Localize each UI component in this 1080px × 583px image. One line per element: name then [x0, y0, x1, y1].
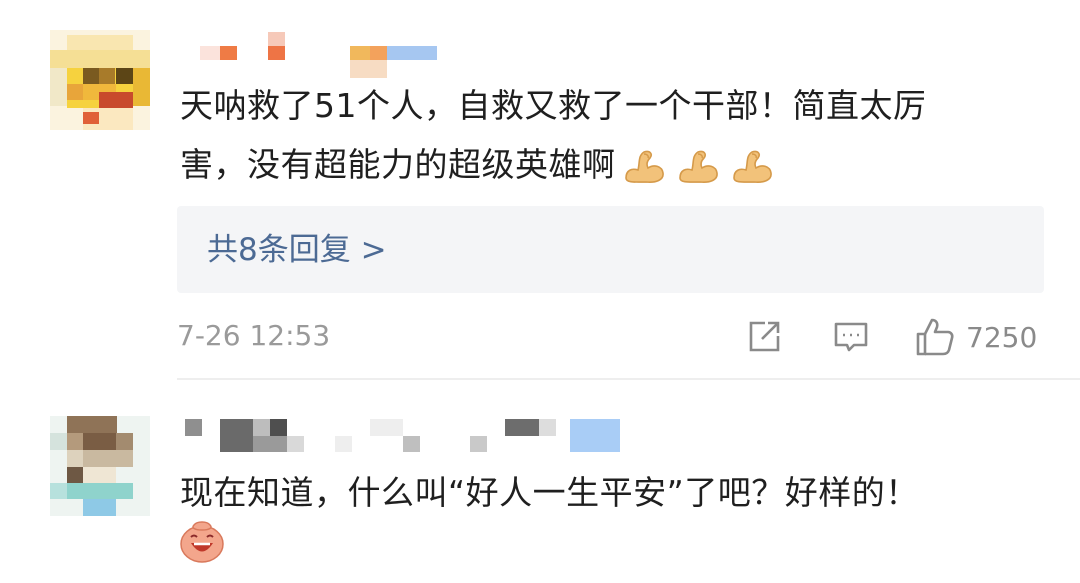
comment-item: 现在知道，什么叫“好人一生平安”了吧？好样的！ — [0, 381, 1080, 583]
like-button[interactable]: 7250 — [914, 315, 1037, 359]
username-blurred[interactable] — [200, 30, 440, 78]
comment-icon — [834, 322, 868, 352]
comment-text-line1: 天呐救了51个人，自救又救了一个干部！简直太厉 — [180, 86, 927, 125]
comment-meta: 7-26 12:53 7250 — [177, 315, 1044, 359]
comment-button[interactable] — [832, 315, 870, 359]
thumbs-up-icon — [916, 318, 954, 356]
comment-text-line1: 现在知道，什么叫“好人一生平安”了吧？好样的！ — [180, 473, 919, 512]
username-blurred[interactable] — [185, 414, 625, 452]
comment-text: 天呐救了51个人，自救又救了一个干部！简直太厉 害，没有超能力的超级英雄啊 — [180, 76, 1050, 194]
flexed-biceps-icon — [678, 150, 718, 183]
view-replies-link[interactable]: 共8条回复 > — [207, 230, 387, 270]
comment-timestamp: 7-26 12:53 — [177, 319, 331, 352]
laughing-face-icon — [180, 521, 224, 563]
comment-text: 现在知道，什么叫“好人一生平安”了吧？好样的！ — [180, 463, 1050, 522]
replies-box[interactable]: 共8条回复 > — [177, 206, 1044, 293]
user-avatar[interactable] — [50, 416, 150, 516]
comment-text-line2: 害，没有超能力的超级英雄啊 — [180, 145, 616, 184]
comment-divider — [177, 378, 1080, 380]
user-avatar[interactable] — [50, 30, 150, 130]
emoji-group — [620, 148, 776, 186]
like-count: 7250 — [966, 320, 1038, 354]
flexed-biceps-icon — [732, 150, 772, 183]
share-icon — [749, 321, 780, 352]
share-button[interactable] — [745, 315, 783, 359]
comment-item: 天呐救了51个人，自救又救了一个干部！简直太厉 害，没有超能力的超级英雄啊 共8… — [0, 0, 1080, 380]
flexed-biceps-icon — [624, 150, 664, 183]
